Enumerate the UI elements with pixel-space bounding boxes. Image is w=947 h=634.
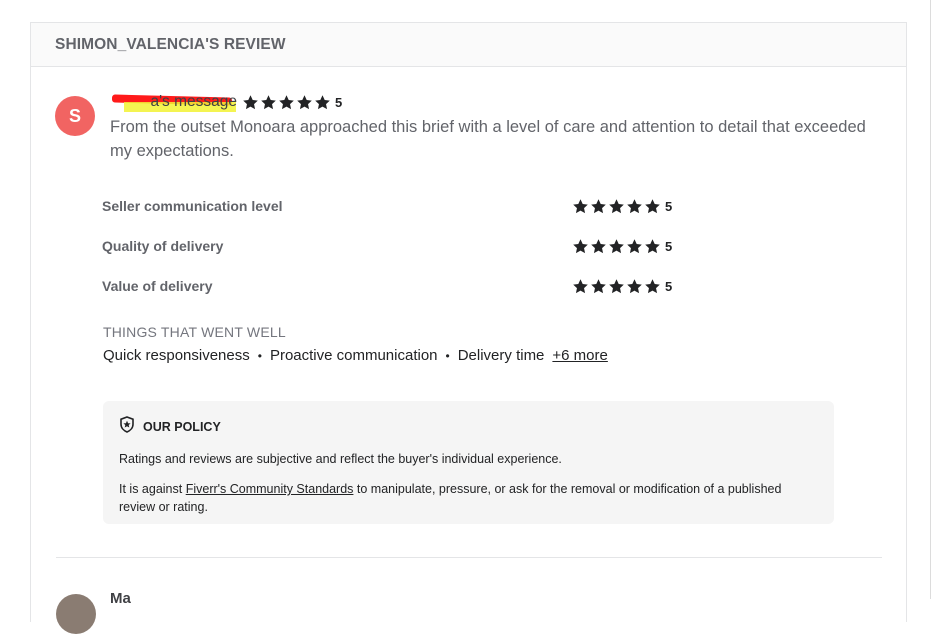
redacted-reviewer-name: a's message bbox=[110, 92, 237, 112]
next-reviewer-avatar[interactable] bbox=[56, 594, 96, 634]
criteria-row-communication: Seller communication level 5 bbox=[102, 195, 682, 217]
star-icon bbox=[608, 278, 625, 295]
star-icon bbox=[572, 278, 589, 295]
page-scrollbar[interactable] bbox=[930, 0, 931, 599]
star-icon bbox=[626, 198, 643, 215]
policy-paragraph-2: It is against Fiverr's Community Standar… bbox=[119, 480, 818, 516]
tag-separator: • bbox=[445, 348, 450, 363]
star-icon bbox=[626, 278, 643, 295]
star-icon bbox=[260, 94, 277, 111]
went-well-tag: Delivery time bbox=[457, 347, 545, 364]
star-icon bbox=[296, 94, 313, 111]
criteria-rating-value: 5 bbox=[665, 198, 673, 214]
community-standards-link[interactable]: Fiverr's Community Standards bbox=[186, 482, 354, 496]
criteria-row-quality: Quality of delivery 5 bbox=[102, 235, 682, 257]
review-panel: SHIMON_VALENCIA'S REVIEW bbox=[30, 22, 907, 622]
reviewer-avatar-initial: S bbox=[68, 105, 81, 126]
criteria-rating-stars: 5 bbox=[572, 198, 672, 215]
criteria-rating-stars: 5 bbox=[572, 238, 672, 255]
criteria-label: Quality of delivery bbox=[102, 238, 224, 254]
criteria-label: Value of delivery bbox=[102, 278, 213, 294]
star-icon bbox=[314, 94, 331, 111]
star-icon bbox=[644, 238, 661, 255]
criteria-rating-value: 5 bbox=[665, 238, 673, 254]
message-suffix: a's message bbox=[150, 93, 237, 110]
star-icon bbox=[590, 238, 607, 255]
policy-title: OUR POLICY bbox=[143, 420, 221, 434]
star-icon bbox=[572, 238, 589, 255]
star-icon bbox=[644, 198, 661, 215]
criteria-rating-stars: 5 bbox=[572, 278, 672, 295]
policy-header: OUR POLICY bbox=[119, 416, 818, 438]
star-icon bbox=[608, 238, 625, 255]
star-icon bbox=[590, 198, 607, 215]
more-tags-link[interactable]: +6 more bbox=[552, 347, 607, 364]
star-icon bbox=[278, 94, 295, 111]
policy-paragraph-1: Ratings and reviews are subjective and r… bbox=[119, 452, 562, 466]
criteria-rating-value: 5 bbox=[665, 278, 673, 294]
review-panel-header: SHIMON_VALENCIA'S REVIEW bbox=[31, 23, 906, 67]
went-well-tags: Quick responsiveness • Proactive communi… bbox=[103, 347, 608, 364]
policy-box: OUR POLICY Ratings and reviews are subje… bbox=[103, 401, 834, 524]
review-panel-title: SHIMON_VALENCIA'S REVIEW bbox=[55, 35, 286, 53]
went-well-title: THINGS THAT WENT WELL bbox=[103, 324, 286, 340]
star-icon bbox=[644, 278, 661, 295]
reviewer-message-line: a's message 5 bbox=[110, 92, 342, 112]
criteria-row-value: Value of delivery 5 bbox=[102, 275, 682, 297]
review-text: From the outset Monoara approached this … bbox=[110, 118, 866, 160]
went-well-tag: Proactive communication bbox=[269, 347, 438, 364]
overall-rating-stars: 5 bbox=[242, 94, 342, 111]
reviewer-avatar[interactable]: S bbox=[55, 96, 95, 136]
shield-star-icon bbox=[119, 416, 135, 438]
star-icon bbox=[626, 238, 643, 255]
review-divider bbox=[56, 557, 882, 558]
tag-separator: • bbox=[257, 348, 262, 363]
went-well-tag: Quick responsiveness bbox=[103, 347, 250, 364]
criteria-label: Seller communication level bbox=[102, 198, 283, 214]
star-icon bbox=[572, 198, 589, 215]
overall-rating-value: 5 bbox=[335, 94, 343, 110]
star-icon bbox=[590, 278, 607, 295]
star-icon bbox=[608, 198, 625, 215]
star-icon bbox=[242, 94, 259, 111]
policy-text: It is against bbox=[119, 482, 186, 496]
